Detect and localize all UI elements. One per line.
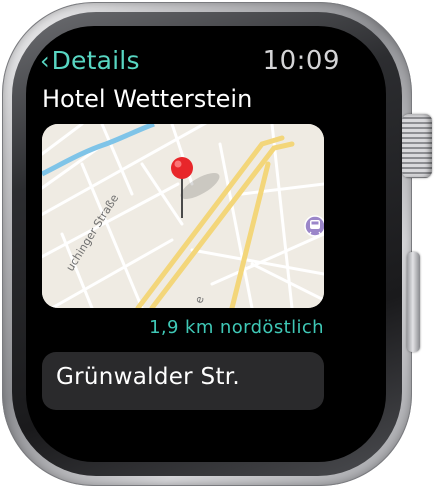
- back-button[interactable]: ‹ Details: [40, 44, 140, 78]
- side-button[interactable]: [407, 252, 420, 352]
- digital-crown[interactable]: [402, 114, 432, 178]
- place-title: Hotel Wetterstein: [42, 85, 253, 113]
- chevron-left-icon: ‹: [40, 47, 50, 75]
- map-view[interactable]: uchinger Straße e: [42, 124, 324, 308]
- map-canvas: uchinger Straße e: [42, 124, 324, 308]
- address-cell[interactable]: Grünwalder Str.: [42, 352, 324, 410]
- watch-screenshot: ‹ Details 10:09 Hotel Wetterstein uching…: [0, 0, 438, 488]
- clock-time: 10:09: [262, 46, 340, 76]
- distance-label: 1,9 km nordöstlich: [149, 317, 324, 338]
- back-label: Details: [51, 46, 140, 75]
- train-icon[interactable]: [304, 215, 324, 237]
- nav-bar: ‹ Details 10:09: [40, 44, 340, 78]
- address-text: Grünwalder Str.: [56, 364, 241, 390]
